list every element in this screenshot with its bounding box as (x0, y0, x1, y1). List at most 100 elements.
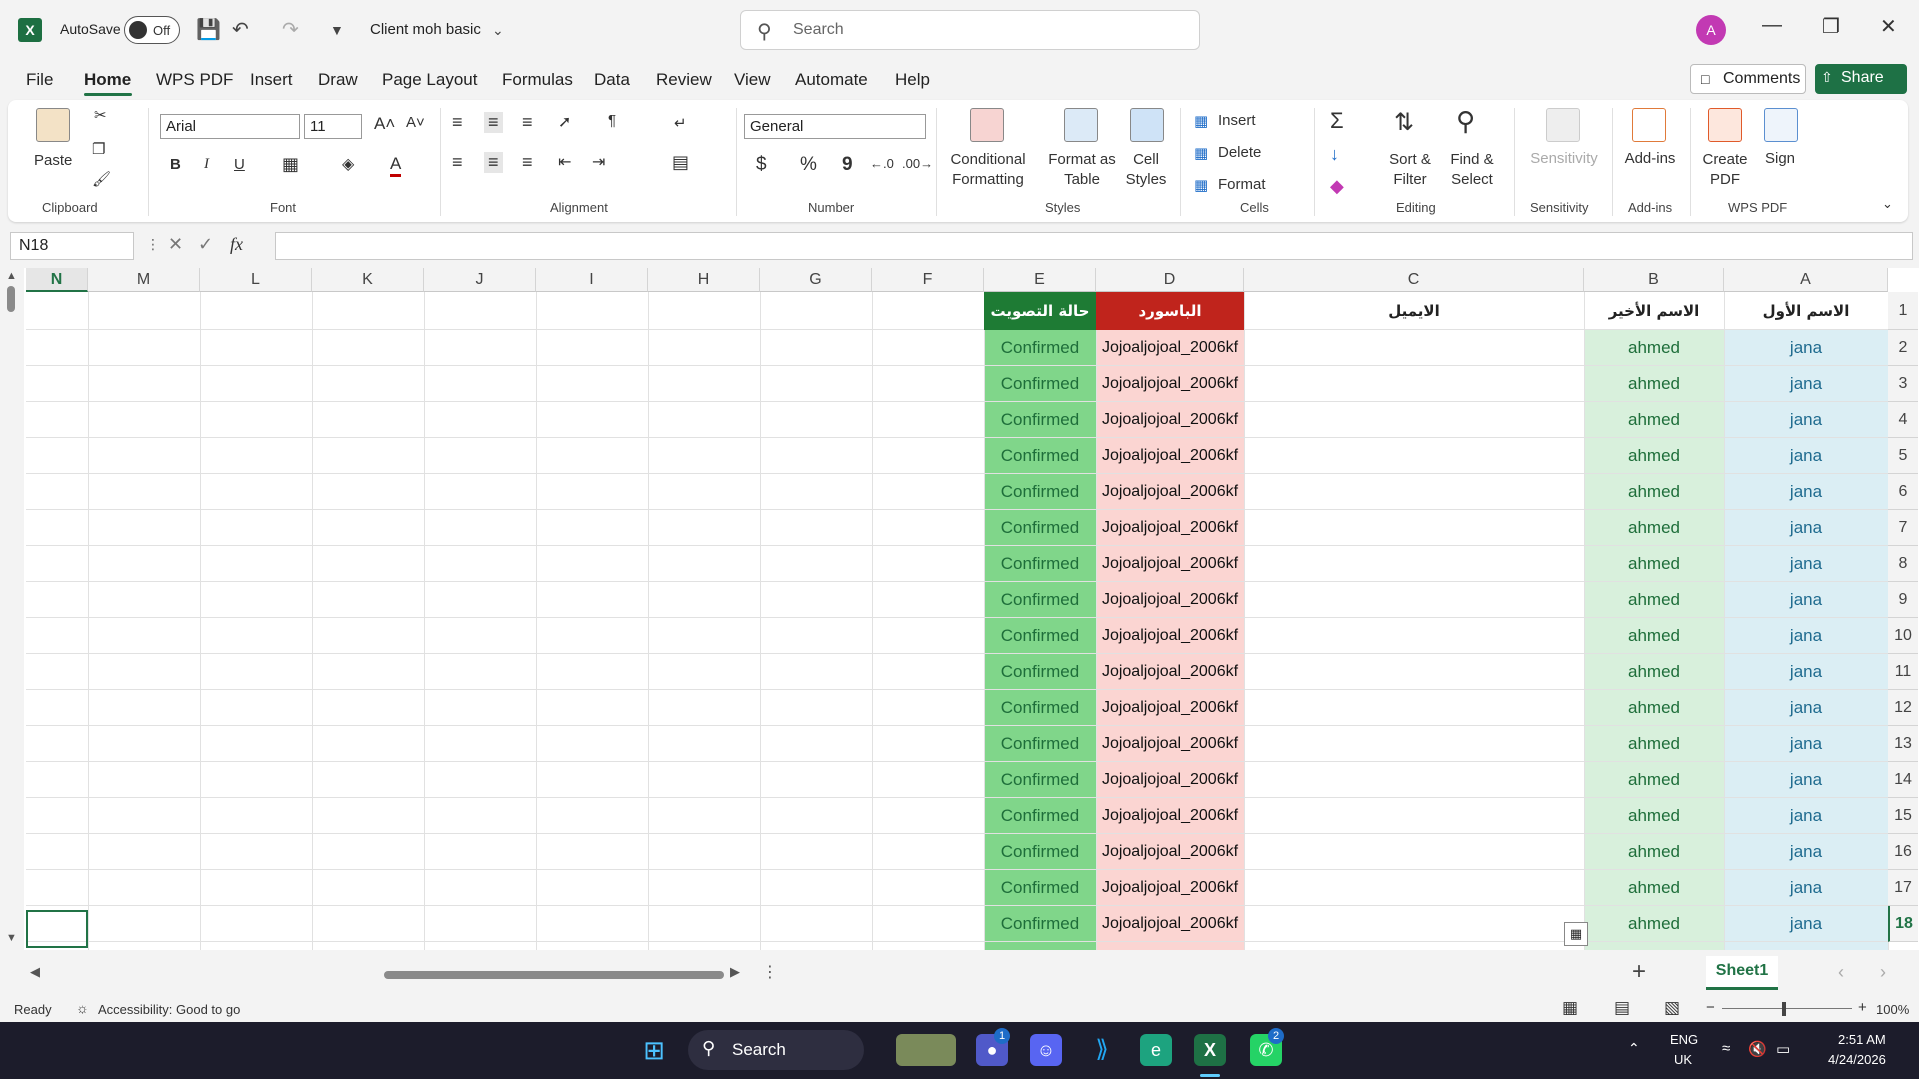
cell-styles-icon[interactable] (1130, 108, 1164, 142)
table-cell-b[interactable]: ahmed (1584, 402, 1724, 438)
tab-wps-pdf[interactable]: WPS PDF (156, 70, 233, 90)
decrease-indent-icon[interactable]: ⇤ (558, 152, 571, 172)
edge-icon[interactable]: e (1140, 1034, 1172, 1066)
zoom-slider-thumb[interactable] (1782, 1002, 1786, 1016)
table-cell-d[interactable]: Jojoaljojoal_2006kf (1096, 690, 1244, 726)
table-cell-c[interactable] (1244, 546, 1584, 582)
table-cell-d[interactable]: Jojoaljojoal_2006kf (1096, 906, 1244, 942)
more-options-icon[interactable]: ⋮ (146, 236, 160, 253)
collapse-ribbon-icon[interactable]: ⌄ (1882, 196, 1893, 212)
table-cell-b[interactable]: ahmed (1584, 510, 1724, 546)
clock-time[interactable]: 2:51 AM (1838, 1032, 1886, 1047)
taskbar-search[interactable]: ⚲ Search (688, 1030, 864, 1070)
table-cell-c[interactable] (1244, 726, 1584, 762)
zoom-in-icon[interactable]: + (1858, 999, 1867, 1016)
increase-font-icon[interactable]: A˄ (374, 114, 395, 134)
scroll-right-icon[interactable]: ▶ (730, 964, 740, 980)
row-header-5[interactable]: 5 (1888, 438, 1918, 474)
row-header-12[interactable]: 12 (1888, 690, 1918, 726)
conditional-formatting-icon[interactable] (970, 108, 1004, 142)
cell-styles-label[interactable]: Cell Styles (1124, 150, 1168, 190)
table-cell-c[interactable] (1244, 834, 1584, 870)
table-cell-a[interactable]: jana (1724, 654, 1888, 690)
table-cell-c[interactable] (1244, 618, 1584, 654)
table-cell-b[interactable]: ahmed (1584, 546, 1724, 582)
table-cell-e[interactable]: Confirmed (984, 402, 1096, 438)
tab-formulas[interactable]: Formulas (502, 70, 573, 90)
table-cell-d[interactable]: Jojoaljojoal_2006kf (1096, 474, 1244, 510)
format-as-table-icon[interactable] (1064, 108, 1098, 142)
column-header-g[interactable]: G (760, 268, 872, 292)
tab-file[interactable]: File (26, 70, 53, 90)
header-cell-e[interactable]: حالة التصويت (984, 292, 1096, 330)
tab-page-layout[interactable]: Page Layout (382, 70, 477, 90)
close-icon[interactable]: ✕ (1880, 14, 1897, 39)
zoom-level[interactable]: 100% (1876, 1002, 1909, 1017)
table-cell-c[interactable] (1244, 366, 1584, 402)
add-sheet-icon[interactable]: + (1632, 958, 1646, 986)
bold-button[interactable]: B (170, 156, 181, 173)
table-cell-b[interactable]: ahmed (1584, 654, 1724, 690)
table-cell-e[interactable]: Confirmed (984, 366, 1096, 402)
table-cell-a[interactable]: jana (1724, 330, 1888, 366)
orientation-icon[interactable]: ➚ (558, 112, 571, 132)
scroll-up-icon[interactable]: ▲ (6, 270, 17, 282)
table-cell-b[interactable]: ahmed (1584, 906, 1724, 942)
table-cell-d[interactable]: Jojoaljojoal_2006kf (1096, 654, 1244, 690)
row-header-7[interactable]: 7 (1888, 510, 1918, 546)
format-as-table-label[interactable]: Format as Table (1048, 150, 1116, 190)
header-cell-b[interactable]: الاسم الأخير (1584, 292, 1724, 330)
format-cells-button[interactable]: Format (1218, 176, 1266, 193)
header-cell-d[interactable]: الباسورد (1096, 292, 1244, 330)
table-cell-e[interactable]: Confirmed (984, 474, 1096, 510)
table-cell-a[interactable]: jana (1724, 366, 1888, 402)
format-painter-icon[interactable]: 🖌 (92, 170, 111, 188)
table-cell-b[interactable]: ahmed (1584, 474, 1724, 510)
table-cell-c[interactable] (1244, 870, 1584, 906)
restore-icon[interactable]: ❐ (1822, 14, 1840, 39)
name-box[interactable]: N18 (10, 232, 134, 260)
column-header-b[interactable]: B (1584, 268, 1724, 292)
number-format-select[interactable]: General (744, 114, 926, 139)
table-cell-a[interactable]: jana (1724, 762, 1888, 798)
table-cell-d[interactable]: Jojoaljojoal_2006kf (1096, 798, 1244, 834)
delete-cells-button[interactable]: Delete (1218, 144, 1261, 161)
table-cell-e[interactable]: Confirmed (984, 546, 1096, 582)
increase-decimal-icon[interactable]: ←.0 (870, 156, 894, 171)
table-cell-e[interactable]: Confirmed (984, 906, 1096, 942)
add-ins-button[interactable]: Add-ins (1620, 150, 1680, 167)
table-cell-c[interactable] (1244, 582, 1584, 618)
table-cell-c[interactable] (1244, 690, 1584, 726)
increase-indent-icon[interactable]: ⇥ (592, 152, 605, 172)
table-cell-e[interactable]: Confirmed (984, 690, 1096, 726)
insert-cells-button[interactable]: Insert (1218, 112, 1256, 129)
table-cell-b[interactable]: ahmed (1584, 582, 1724, 618)
table-cell-d[interactable]: Jojoaljojoal_2006kf (1096, 510, 1244, 546)
column-header-j[interactable]: J (424, 268, 536, 292)
customize-qat-icon[interactable]: ▼ (330, 22, 344, 38)
font-family-select[interactable]: Arial (160, 114, 300, 139)
vscode-icon[interactable]: ⟫ (1086, 1034, 1118, 1066)
row-header-13[interactable]: 13 (1888, 726, 1918, 762)
prev-sheet-icon[interactable]: ‹ (1838, 962, 1844, 983)
header-cell-a[interactable]: الاسم الأول (1724, 292, 1888, 330)
table-cell-d[interactable]: Jojoaljojoal_2006kf (1096, 726, 1244, 762)
text-direction-icon[interactable]: ¶ (608, 112, 616, 129)
table-cell-b[interactable]: ahmed (1584, 834, 1724, 870)
italic-button[interactable]: I (204, 156, 209, 173)
row-header-11[interactable]: 11 (1888, 654, 1918, 690)
row-header-8[interactable]: 8 (1888, 546, 1918, 582)
formula-input[interactable] (275, 232, 1913, 260)
search-box[interactable]: ⚲ Search (740, 10, 1200, 50)
table-cell-b[interactable]: ahmed (1584, 762, 1724, 798)
column-header-n[interactable]: N (26, 268, 88, 292)
wrap-text-icon[interactable]: ↵ (674, 114, 687, 132)
table-cell-a[interactable]: jana (1724, 798, 1888, 834)
autosave-toggle[interactable]: Off (124, 16, 180, 44)
add-ins-icon[interactable] (1632, 108, 1666, 142)
column-header-a[interactable]: A (1724, 268, 1888, 292)
sheet-options-icon[interactable]: ⋮ (762, 962, 778, 982)
sign-button[interactable]: Sign (1760, 150, 1800, 167)
quick-analysis-icon[interactable]: ▦ (1564, 922, 1588, 946)
align-middle-icon[interactable]: ≡ (484, 112, 503, 133)
